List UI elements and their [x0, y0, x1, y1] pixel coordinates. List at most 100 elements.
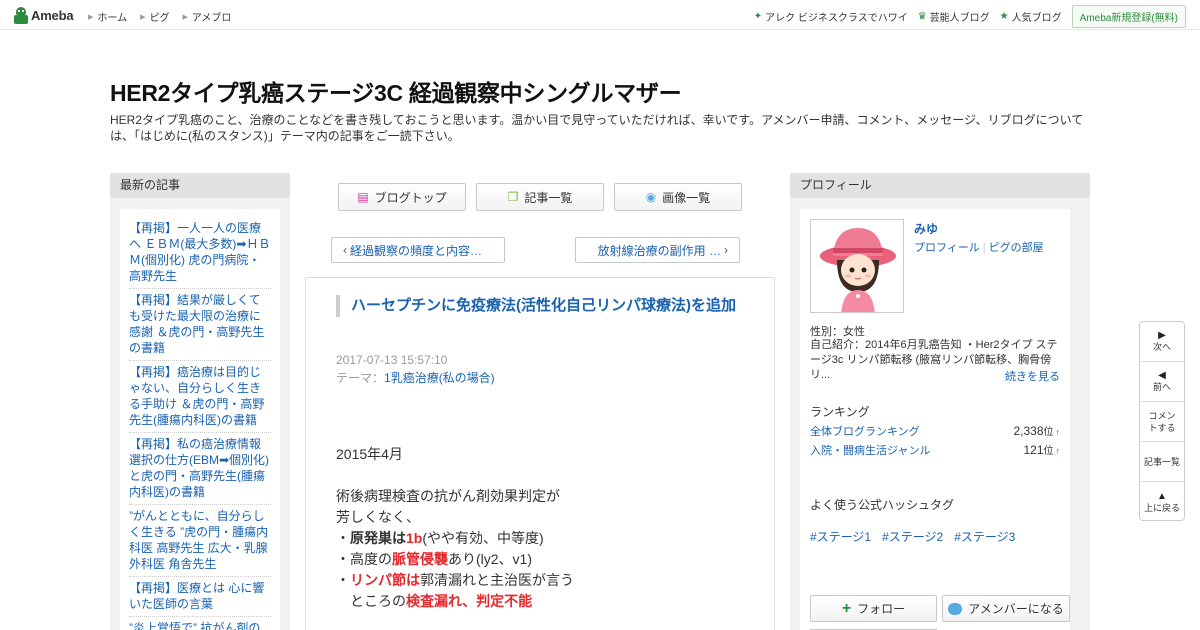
body-line: 術後病理検査の抗がん剤効果判定が — [336, 488, 560, 504]
side-label: 上に戻る — [1143, 502, 1180, 513]
blog-nav-buttons: ▤ ブログトップ ❐ 記事一覧 ◉ 画像一覧 — [338, 183, 752, 211]
nav-ameblo-link[interactable]: ▶ アメブロ — [182, 9, 231, 24]
recent-article-link[interactable]: 【再掲】医療とは 心に響いた医師の言葉 — [129, 577, 271, 617]
recent-article-link[interactable]: 【再掲】一人一人の医療へ ＥＢＭ(最大多数)➡ＨＢＭ(個別化) 虎の門病院・高野… — [129, 217, 271, 289]
recent-article-link[interactable]: 【再掲】結果が厳しくても受けた最大限の治療に感謝 ＆虎の門・高野先生の書籍 — [129, 289, 271, 361]
nav-pigg-link[interactable]: ▶ ピグ — [140, 9, 169, 24]
profile-box: みゆ プロフィール | ピグの部屋 性別：女性 自己紹介：2014年6月乳癌告知 ・… — [800, 209, 1070, 630]
amember-button[interactable]: アメンバーになる — [942, 595, 1070, 622]
avatar-image — [811, 220, 903, 312]
nav-label: ホーム — [97, 13, 128, 24]
nav-label: ピグ — [149, 13, 170, 24]
ranking-row: 入院・闘病生活ジャンル 121位 ↑ — [810, 442, 1061, 458]
ameba-logo[interactable]: Ameba — [14, 6, 74, 24]
recent-article-link[interactable]: 【再掲】癌治療は目的じゃない、自分らしく生きる手助け ＆虎の門・高野先生(腫瘍内… — [129, 361, 271, 433]
entry-theme: テーマ：1乳癌治療(私の場合) — [336, 369, 495, 386]
logo-text: Ameba — [31, 7, 74, 23]
header-right-links: ✦ アレク ビジネスクラスでハワイ ♛ 芸能人ブログ ★ 人気ブログ Ameba新規登… — [754, 5, 1186, 28]
pigg-room-link[interactable]: ピグの部屋 — [989, 242, 1044, 254]
prev-article-link[interactable]: ‹ 経過観察の頻度と内容… — [331, 237, 505, 263]
nav-home-link[interactable]: ▶ ホーム — [88, 9, 127, 24]
profile-heading: プロフィール — [790, 173, 1090, 198]
hashtag-link[interactable]: #ステージ1 — [810, 528, 871, 545]
sparkle-icon: ✦ — [753, 11, 763, 22]
caret-right-icon: ▶ — [182, 13, 188, 21]
ranking-label-link[interactable]: 入院・闘病生活ジャンル — [810, 442, 930, 458]
celebrity-blog-label: 芸能人ブログ — [929, 13, 990, 24]
popular-blog-label: 人気ブログ — [1011, 13, 1062, 24]
side-label: 前へ — [1152, 382, 1171, 392]
profile-name-link[interactable]: みゆ — [914, 220, 938, 237]
article-list-button[interactable]: ❐ 記事一覧 — [476, 183, 604, 211]
copy-icon: ❐ — [507, 190, 519, 204]
side-label: 記事一覧 — [1143, 456, 1180, 467]
image-list-label: 画像一覧 — [662, 190, 711, 205]
next-article-link[interactable]: 放射線治療の副作用 … › — [575, 237, 740, 263]
global-header: Ameba ▶ ホーム ▶ ピグ ▶ アメブロ ✦ アレク ビジネスクラスでハワイ ♛ 芸… — [0, 0, 1200, 30]
next-article-side-button[interactable]: ▶ 次へ — [1140, 322, 1184, 362]
side-label: 次へ — [1152, 342, 1171, 352]
avatar[interactable] — [810, 219, 904, 313]
read-more-link[interactable]: 続きを見る — [1005, 368, 1060, 384]
profile-gender: 性別：女性 — [810, 326, 865, 338]
next-article-label: 放射線治療の副作用 … — [597, 243, 721, 258]
crown-icon: ♛ — [917, 11, 927, 22]
image-list-button[interactable]: ◉ 画像一覧 — [614, 183, 742, 211]
blog-top-button[interactable]: ▤ ブログトップ — [338, 183, 466, 211]
body-bullet: ところの検査漏れ、判定不能 — [336, 593, 533, 609]
ranking-row: 全体ブログランキング 2,338位 ↑ — [810, 423, 1060, 439]
body-bullet: ・リンパ節は郭清漏れと主治医が言う — [336, 572, 574, 588]
article-entry: ハーセプチンに免疫療法(活性化自己リンパ球療法)を追加 2017-07-13 1… — [305, 277, 775, 630]
body-paragraph: 2015年4月 — [336, 446, 403, 462]
recent-article-link[interactable]: 【再掲】私の癌治療情報選択の仕方(EBM➡個別化)と虎の門・高野先生(腫瘍内科医… — [129, 433, 271, 505]
recent-articles-panel: 最新の記事 【再掲】一人一人の医療へ ＥＢＭ(最大多数)➡ＨＢＭ(個別化) 虎の… — [110, 173, 290, 630]
trend-up-icon: ↑ — [1055, 446, 1061, 456]
article-list-side-button[interactable]: 記事一覧 — [1140, 442, 1184, 482]
hashtag-heading: よく使う公式ハッシュタグ — [810, 498, 955, 512]
chevron-left-icon: ‹ — [343, 243, 347, 257]
blog-top-label: ブログトップ — [374, 190, 447, 205]
profile-panel: プロフィール みゆ プロフィール | ピグの部屋 性別：女性 自己紹介：2014… — [790, 173, 1090, 630]
comment-side-button[interactable]: コメントする — [1140, 402, 1184, 442]
follow-button[interactable]: + フォロー — [810, 595, 937, 622]
side-label: コメントする — [1148, 410, 1176, 433]
prev-article-label: 経過観察の頻度と内容… — [350, 243, 483, 258]
promo-link[interactable]: ✦ アレク ビジネスクラスでハワイ — [754, 9, 908, 24]
follow-label: フォロー — [857, 602, 906, 616]
recent-article-link[interactable]: ”炎上覚悟で” 抗がん剤の — [129, 617, 271, 630]
caret-right-icon: ▶ — [88, 13, 94, 21]
ranking-heading: ランキング — [810, 405, 870, 419]
popular-blog-link[interactable]: ★ 人気ブログ — [1000, 9, 1062, 24]
celebrity-blog-link[interactable]: ♛ 芸能人ブログ — [918, 9, 990, 24]
ranking-value: 121 — [1023, 443, 1044, 457]
entry-title[interactable]: ハーセプチンに免疫療法(活性化自己リンパ球療法)を追加 — [336, 295, 746, 317]
ranking-label-link[interactable]: 全体ブログランキング — [810, 423, 920, 439]
ranking-value: 2,338 — [1013, 424, 1044, 438]
hashtag-link[interactable]: #ステージ3 — [954, 528, 1015, 545]
theme-link[interactable]: 1乳癌治療(私の場合) — [384, 371, 495, 385]
back-to-top-side-button[interactable]: ▲ 上に戻る — [1140, 482, 1184, 522]
entry-body: 2015年4月 術後病理検査の抗がん剤効果判定が 芳しくなく、 ・原発巣は1b(… — [336, 444, 756, 612]
body-bullet: ・原発巣は1b(やや有効、中等度) — [336, 530, 544, 546]
chat-bubble-icon — [948, 602, 963, 615]
article-list-label: 記事一覧 — [524, 190, 573, 205]
hashtag-link[interactable]: #ステージ2 — [882, 528, 943, 545]
prev-article-side-button[interactable]: ◀ 前へ — [1140, 362, 1184, 402]
blog-title[interactable]: HER2タイプ乳癌ステージ3C 経過観察中シングルマザー — [110, 74, 682, 108]
floating-side-nav: ▶ 次へ ◀ 前へ コメントする 記事一覧 ▲ 上に戻る — [1139, 321, 1185, 521]
recent-article-link[interactable]: ”がんとともに、自分らしく生きる ”虎の門・腫瘍内科医 高野先生 広大・乳腺外科… — [129, 505, 271, 577]
body-line: 芳しくなく、 — [336, 509, 420, 525]
triangle-right-icon: ▶ — [1158, 330, 1166, 341]
profile-link[interactable]: プロフィール — [914, 242, 980, 254]
chevron-right-icon: › — [724, 243, 728, 257]
amember-label: アメンバーになる — [968, 602, 1064, 616]
triangle-up-icon: ▲ — [1157, 490, 1167, 502]
entry-date: 2017-07-13 15:57:10 — [336, 353, 448, 367]
profile-links: プロフィール | ピグの部屋 — [914, 242, 1044, 254]
camera-icon: ◉ — [645, 190, 657, 204]
document-icon: ▤ — [357, 190, 369, 204]
plus-icon: + — [841, 599, 852, 617]
register-button[interactable]: Ameba新規登録(無料) — [1071, 5, 1186, 28]
hashtag-list: #ステージ1 #ステージ2 #ステージ3 — [810, 528, 1026, 545]
recent-articles-list: 【再掲】一人一人の医療へ ＥＢＭ(最大多数)➡ＨＢＭ(個別化) 虎の門病院・高野… — [120, 209, 280, 630]
